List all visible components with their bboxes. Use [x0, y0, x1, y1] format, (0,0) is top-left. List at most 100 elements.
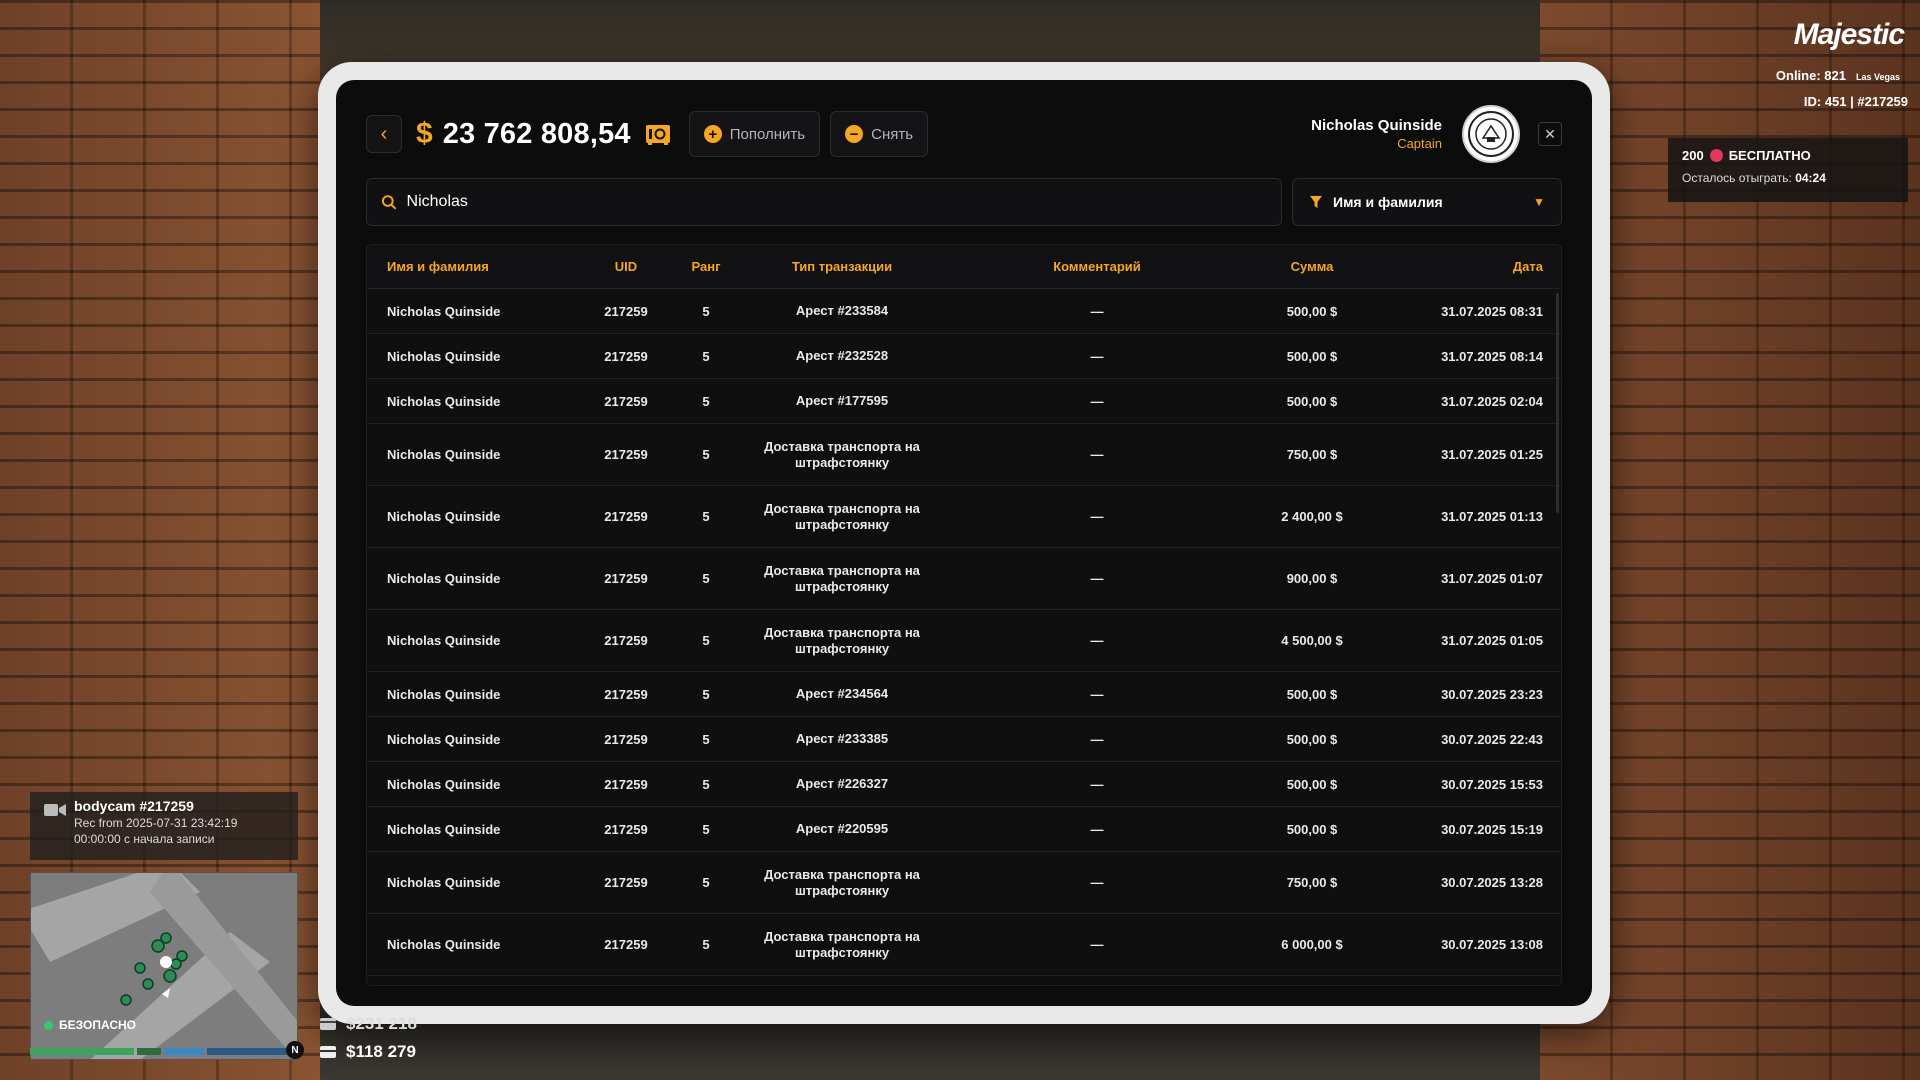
cell-uid: 217259	[604, 821, 648, 837]
cell-type: Доставка транспорта на штрафстоянку	[764, 500, 920, 532]
cell-sum: 900,00 $	[1286, 571, 1338, 586]
cell-type: Арест #233584	[795, 303, 889, 318]
promo-panel: 200 БЕСПЛАТНО Осталось отыграть: 04:24	[1668, 138, 1908, 202]
cell-date: 30.07.2025 23:23	[1441, 686, 1543, 702]
header: ‹ $ 23 762 808,54 + Пополнить − Снять Ni…	[366, 105, 1562, 163]
promo-remaining-label: Осталось отыграть:	[1682, 171, 1792, 185]
table-row[interactable]: Nicholas Quinside 217259 5 Арест #233385…	[367, 717, 1561, 762]
cell-type: Арест #220595	[795, 821, 889, 836]
zone-status-label: БЕЗОПАСНО	[59, 1018, 136, 1032]
bodycam-overlay: bodycam #217259 Rec from 2025-07-31 23:4…	[30, 792, 298, 860]
cell-rank: 5	[702, 686, 710, 702]
table-row[interactable]: Nicholas Quinside 217259 5 Арест #232528…	[367, 334, 1561, 379]
cell-type: Арест #226327	[795, 776, 889, 791]
cell-comment: —	[1090, 686, 1104, 702]
safe-icon	[645, 125, 670, 145]
table-scrollbar[interactable]	[1556, 293, 1559, 513]
table-body: Nicholas Quinside 217259 5 Арест #233584…	[367, 289, 1561, 976]
cell-date: 31.07.2025 02:04	[1441, 393, 1543, 409]
cell-rank: 5	[702, 509, 710, 524]
table-row[interactable]: Nicholas Quinside 217259 5 Доставка тран…	[367, 610, 1561, 672]
cell-sum: 750,00 $	[1286, 875, 1338, 890]
table-row[interactable]: Nicholas Quinside 217259 5 Арест #226327…	[367, 762, 1561, 807]
cell-uid: 217259	[604, 776, 648, 792]
shield-icon	[44, 1020, 53, 1030]
bank-money: $231 218	[320, 1014, 417, 1034]
department-seal-icon	[1462, 105, 1520, 163]
search-icon	[381, 195, 397, 210]
table-row[interactable]: Nicholas Quinside 217259 5 Доставка тран…	[367, 852, 1561, 914]
back-button[interactable]: ‹	[366, 115, 402, 153]
filter-dropdown[interactable]: Имя и фамилия ▼	[1292, 178, 1562, 226]
table-row[interactable]: Nicholas Quinside 217259 5 Арест #220595…	[367, 807, 1561, 852]
cell-type: Доставка транспорта на штрафстоянку	[764, 438, 920, 470]
cell-comment: —	[1090, 937, 1104, 952]
column-header-uid: UID	[614, 259, 638, 274]
cell-sum: 2 400,00 $	[1281, 509, 1343, 524]
search-row: Имя и фамилия ▼	[366, 178, 1562, 226]
withdraw-label: Снять	[871, 125, 914, 143]
table-row[interactable]: Nicholas Quinside 217259 5 Доставка тран…	[367, 424, 1561, 486]
close-icon: ✕	[1544, 125, 1556, 142]
cell-comment: —	[1090, 303, 1104, 319]
user-name: Nicholas Quinside	[1311, 117, 1442, 134]
cell-uid: 217259	[604, 303, 648, 319]
cell-name: Nicholas Quinside	[387, 393, 501, 409]
status-bars	[30, 1048, 296, 1055]
cell-rank: 5	[702, 633, 710, 648]
close-button[interactable]: ✕	[1538, 122, 1562, 146]
armor-bar-rest	[207, 1048, 295, 1055]
cell-comment: —	[1090, 633, 1104, 648]
cell-comment: —	[1090, 447, 1104, 462]
cell-date: 30.07.2025 13:28	[1441, 875, 1543, 890]
column-header-rank: Ранг	[691, 259, 721, 274]
cell-type: Доставка транспорта на штрафстоянку	[764, 624, 920, 656]
health-bar	[30, 1048, 134, 1055]
minus-icon: −	[845, 125, 864, 143]
cell-comment: —	[1090, 776, 1104, 792]
table-header: Имя и фамилия UID Ранг Тип транзакции Ко…	[367, 245, 1561, 289]
column-header-sum: Сумма	[1290, 259, 1334, 274]
cell-name: Nicholas Quinside	[387, 875, 501, 890]
cell-name: Nicholas Quinside	[387, 731, 501, 747]
cell-date: 31.07.2025 01:25	[1441, 447, 1543, 462]
cell-sum: 500,00 $	[1286, 731, 1338, 747]
table-row[interactable]: Nicholas Quinside 217259 5 Доставка тран…	[367, 914, 1561, 976]
withdraw-button[interactable]: − Снять	[830, 111, 929, 157]
search-input[interactable]	[406, 193, 1267, 211]
cell-uid: 217259	[604, 393, 648, 409]
cell-name: Nicholas Quinside	[387, 776, 501, 792]
deposit-button[interactable]: + Пополнить	[688, 111, 821, 157]
cell-date: 31.07.2025 08:31	[1441, 303, 1543, 319]
cell-sum: 500,00 $	[1286, 348, 1338, 364]
cell-sum: 500,00 $	[1286, 776, 1338, 792]
cell-sum: 500,00 $	[1286, 686, 1338, 702]
cell-rank: 5	[702, 447, 710, 462]
cell-sum: 750,00 $	[1286, 447, 1338, 462]
cell-comment: —	[1090, 821, 1104, 837]
cell-uid: 217259	[604, 875, 648, 890]
cell-date: 31.07.2025 01:07	[1441, 571, 1543, 586]
column-header-date: Дата	[1512, 259, 1543, 274]
cell-type: Арест #233385	[795, 731, 889, 746]
coin-icon	[1709, 149, 1723, 162]
cell-sum: 6 000,00 $	[1281, 937, 1343, 952]
cell-uid: 217259	[604, 937, 648, 952]
cell-uid: 217259	[604, 348, 648, 364]
cell-type: Доставка транспорта на штрафстоянку	[764, 866, 920, 898]
cell-rank: 5	[702, 348, 710, 364]
cell-date: 30.07.2025 15:19	[1441, 821, 1543, 837]
table-row[interactable]: Nicholas Quinside 217259 5 Арест #234564…	[367, 672, 1561, 717]
cell-uid: 217259	[604, 447, 648, 462]
cell-rank: 5	[702, 875, 710, 890]
online-label: Online: 821	[1775, 68, 1846, 83]
cell-comment: —	[1090, 571, 1104, 586]
table-row[interactable]: Nicholas Quinside 217259 5 Арест #177595…	[367, 379, 1561, 424]
cell-name: Nicholas Quinside	[387, 937, 501, 952]
table-row[interactable]: Nicholas Quinside 217259 5 Доставка тран…	[367, 486, 1561, 548]
user-block: Nicholas Quinside Captain ✕	[1311, 105, 1562, 163]
table-row[interactable]: Nicholas Quinside 217259 5 Арест #233584…	[367, 289, 1561, 334]
table-row[interactable]: Nicholas Quinside 217259 5 Доставка тран…	[367, 548, 1561, 610]
balance: $ 23 762 808,54	[416, 117, 671, 151]
search-box[interactable]	[366, 178, 1282, 226]
